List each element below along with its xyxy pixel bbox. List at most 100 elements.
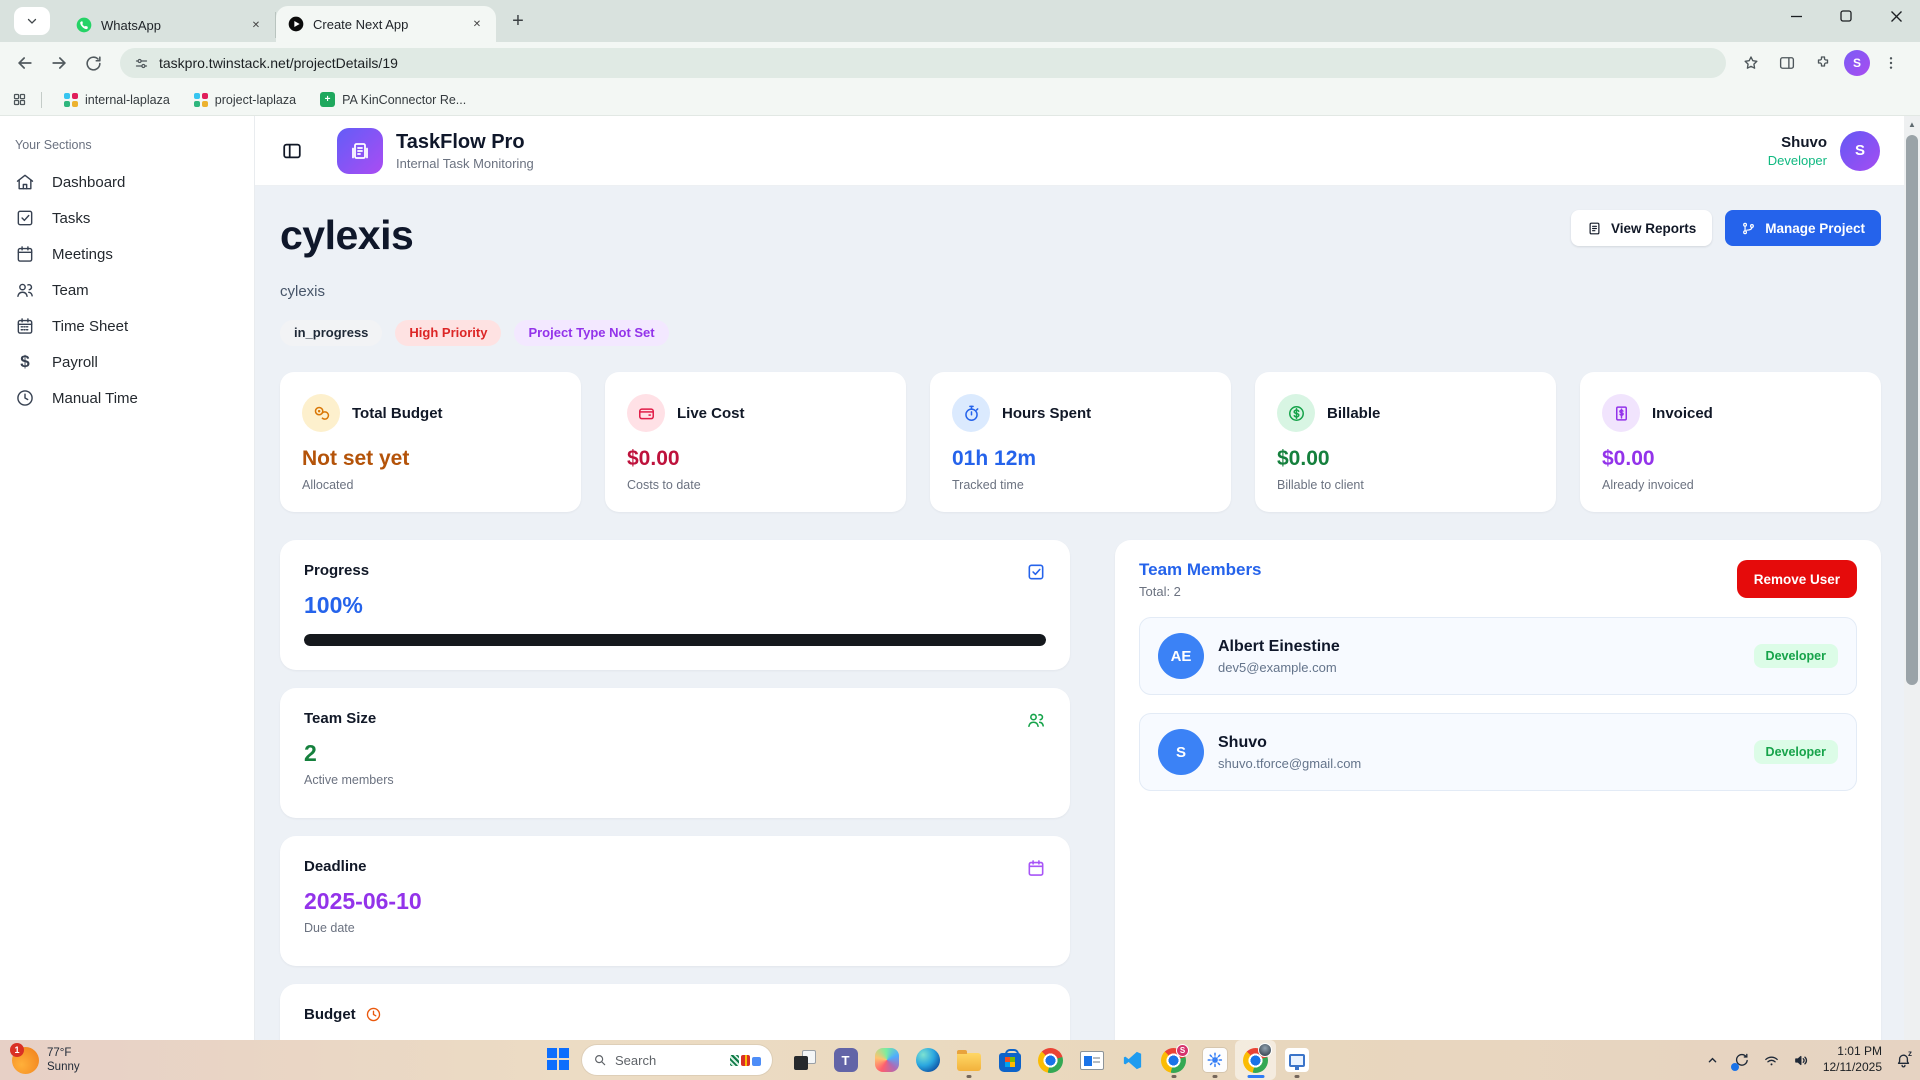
remove-user-button[interactable]: Remove User [1737, 560, 1857, 598]
wifi-icon[interactable] [1763, 1052, 1780, 1069]
tab-close-icon[interactable] [468, 15, 486, 33]
sidebar-item-manual-time[interactable]: Manual Time [0, 380, 254, 416]
member-row-shuvo[interactable]: S Shuvo shuvo.tforce@gmail.com Developer [1139, 713, 1857, 791]
stat-sub: Tracked time [952, 478, 1209, 492]
tray-chevron-up-icon[interactable] [1705, 1053, 1720, 1068]
sidebar: Your Sections Dashboard Tasks Meetings T… [0, 116, 255, 1040]
nextjs-favicon [288, 16, 304, 32]
copilot-app-icon[interactable] [866, 1040, 907, 1080]
snowflake-app-icon[interactable] [1194, 1040, 1235, 1080]
window-minimize-button[interactable] [1788, 8, 1804, 24]
main-content: cylexis cylexis in_progress High Priorit… [255, 186, 1920, 1040]
sync-status-icon[interactable] [1733, 1052, 1750, 1069]
chevron-down-icon [26, 15, 38, 27]
sidebar-item-payroll[interactable]: $ Payroll [0, 344, 254, 380]
back-button[interactable] [8, 46, 42, 80]
side-panel-icon[interactable] [1772, 48, 1802, 78]
sidebar-item-dashboard[interactable]: Dashboard [0, 164, 254, 200]
tab-close-icon[interactable] [247, 16, 265, 34]
stat-card-invoiced: Invoiced $0.00 Already invoiced [1580, 372, 1881, 512]
users-icon [15, 280, 35, 300]
sidebar-item-team[interactable]: Team [0, 272, 254, 308]
tab-whatsapp[interactable]: WhatsApp [64, 12, 276, 38]
bookmarks-bar: internal-laplaza project-laplaza PA KinC… [0, 84, 1920, 116]
stat-label: Invoiced [1652, 405, 1713, 422]
sidebar-toggle-icon[interactable] [277, 136, 307, 166]
file-explorer-icon[interactable] [948, 1040, 989, 1080]
extensions-puzzle-icon[interactable] [1808, 48, 1838, 78]
apps-grid-icon[interactable] [12, 92, 27, 107]
app-name: TaskFlow Pro [396, 131, 534, 154]
header-user[interactable]: Shuvo Developer S [1768, 131, 1880, 171]
view-reports-button[interactable]: View Reports [1571, 210, 1712, 246]
window-maximize-button[interactable] [1838, 8, 1854, 24]
check-square-icon [1026, 562, 1046, 582]
taskbar-clock[interactable]: 1:01 PM 12/11/2025 [1823, 1044, 1882, 1075]
chrome-app-icon[interactable] [1030, 1040, 1071, 1080]
vscode-app-icon[interactable] [1112, 1040, 1153, 1080]
sidebar-item-time-sheet[interactable]: Time Sheet [0, 308, 254, 344]
manage-project-label: Manage Project [1765, 221, 1865, 236]
window-app-icon[interactable] [1071, 1040, 1112, 1080]
chrome-active-profile-icon[interactable] [1235, 1040, 1276, 1080]
weather-sun-icon: 1 [12, 1047, 39, 1074]
sidebar-item-tasks[interactable]: Tasks [0, 200, 254, 236]
user-role: Developer [1768, 153, 1827, 168]
tab-create-next-app[interactable]: Create Next App [276, 6, 496, 42]
clock-icon [15, 388, 35, 408]
reload-button[interactable] [76, 46, 110, 80]
clock-icon [365, 1006, 382, 1023]
bookmark-internal-laplaza[interactable]: internal-laplaza [56, 90, 178, 110]
holiday-gifts-icon [730, 1055, 761, 1066]
stopwatch-icon [952, 394, 990, 432]
team-size-sub: Active members [304, 773, 1046, 787]
sidebar-item-meetings[interactable]: Meetings [0, 236, 254, 272]
app-logo [337, 128, 383, 174]
manage-project-button[interactable]: Manage Project [1725, 210, 1881, 246]
windows-start-button[interactable] [547, 1048, 571, 1072]
stat-value: Not set yet [302, 447, 559, 471]
browser-profile-avatar[interactable]: S [1844, 50, 1870, 76]
teams-app-icon[interactable] [825, 1040, 866, 1080]
new-tab-button[interactable] [504, 7, 532, 35]
bookmark-pa-kinconnector[interactable]: PA KinConnector Re... [312, 89, 474, 110]
taskbar-search[interactable]: Search [582, 1045, 772, 1075]
sidebar-item-label: Team [52, 282, 89, 299]
microsoft-store-icon[interactable] [989, 1040, 1030, 1080]
git-branch-icon [1741, 221, 1756, 236]
search-placeholder: Search [615, 1053, 722, 1068]
window-close-button[interactable] [1888, 8, 1904, 24]
member-name: Albert Einestine [1218, 638, 1340, 656]
tab-title: Create Next App [313, 17, 459, 32]
scrollbar-thumb[interactable] [1906, 135, 1918, 685]
search-icon [593, 1053, 607, 1067]
forward-button[interactable] [42, 46, 76, 80]
page-scrollbar[interactable] [1904, 116, 1920, 1040]
scrollbar-up-arrow[interactable] [1904, 116, 1920, 132]
bookmark-star-icon[interactable] [1736, 48, 1766, 78]
tab-search-button[interactable] [14, 7, 50, 35]
browser-menu-icon[interactable] [1876, 48, 1906, 78]
weather-widget[interactable]: 1 77°F Sunny [12, 1046, 80, 1075]
chrome-profile-s-icon[interactable]: S [1153, 1040, 1194, 1080]
sidebar-item-label: Time Sheet [52, 318, 128, 335]
task-view-icon[interactable] [784, 1040, 825, 1080]
calendar-grid-icon [15, 316, 35, 336]
sidebar-heading: Your Sections [15, 138, 254, 152]
bookmark-project-laplaza[interactable]: project-laplaza [186, 90, 304, 110]
deadline-card: Deadline 2025-06-10 Due date [280, 836, 1070, 966]
site-settings-icon [134, 56, 149, 71]
member-name: Shuvo [1218, 734, 1361, 752]
avatar[interactable]: S [1840, 131, 1880, 171]
address-bar[interactable]: taskpro.twinstack.net/projectDetails/19 [120, 48, 1726, 78]
volume-icon[interactable] [1793, 1052, 1810, 1069]
edge-app-icon[interactable] [907, 1040, 948, 1080]
notification-bell-icon[interactable] [1895, 1052, 1912, 1069]
member-row-albert[interactable]: AE Albert Einestine dev5@example.com Dev… [1139, 617, 1857, 695]
team-size-value: 2 [304, 740, 1046, 767]
budget-label: Budget [304, 1006, 356, 1023]
users-icon [1026, 710, 1046, 730]
taskpro-app-icon[interactable] [1276, 1040, 1317, 1080]
time-text: 1:01 PM [1823, 1044, 1882, 1060]
date-text: 12/11/2025 [1823, 1060, 1882, 1076]
